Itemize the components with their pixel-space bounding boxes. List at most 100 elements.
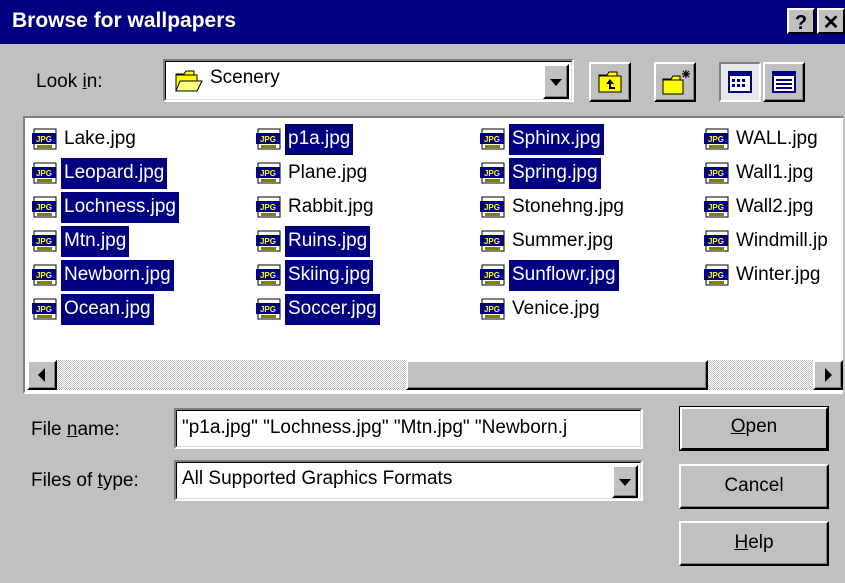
up-folder-icon bbox=[598, 71, 622, 93]
scroll-thumb[interactable] bbox=[406, 360, 708, 390]
file-item[interactable]: JPG Stonehng.jpg bbox=[479, 190, 627, 224]
file-item[interactable]: JPG p1a.jpg bbox=[255, 122, 380, 156]
close-icon: ✕ bbox=[822, 12, 840, 34]
horizontal-scrollbar[interactable] bbox=[27, 360, 843, 390]
file-name-text: Sunflowr.jpg bbox=[509, 259, 619, 291]
jpg-file-icon: JPG bbox=[256, 162, 281, 184]
look-in-dropdown-button[interactable] bbox=[543, 64, 569, 99]
file-name-text: Rabbit.jpg bbox=[288, 195, 374, 217]
jpg-file-icon: JPG bbox=[704, 128, 729, 150]
folder-icon bbox=[175, 69, 205, 99]
jpg-file-icon: JPG bbox=[480, 196, 505, 218]
file-item[interactable]: JPG Lake.jpg bbox=[31, 122, 179, 156]
svg-text:JPG: JPG bbox=[260, 237, 276, 246]
scroll-left-button[interactable] bbox=[27, 360, 57, 390]
file-item[interactable]: JPG Leopard.jpg bbox=[31, 156, 179, 190]
file-column: JPG Sphinx.jpg JPG Spring.jpg JPG Stonehng.jp… bbox=[479, 122, 627, 326]
svg-text:JPG: JPG bbox=[708, 135, 724, 144]
file-item[interactable]: JPG Sphinx.jpg bbox=[479, 122, 627, 156]
jpg-file-icon: JPG bbox=[32, 196, 57, 218]
file-name-text: p1a.jpg bbox=[285, 123, 354, 155]
list-view-button[interactable] bbox=[719, 62, 761, 102]
file-name-text: Leopard.jpg bbox=[61, 157, 168, 189]
open-button-label: Open bbox=[730, 416, 778, 437]
up-one-level-button[interactable] bbox=[589, 62, 631, 102]
file-item[interactable]: JPG Sunflowr.jpg bbox=[479, 258, 627, 292]
details-view-icon bbox=[772, 71, 796, 93]
svg-text:JPG: JPG bbox=[484, 169, 500, 178]
file-item[interactable]: JPG Lochness.jpg bbox=[31, 190, 179, 224]
question-icon: ? bbox=[794, 12, 808, 34]
svg-text:JPG: JPG bbox=[36, 271, 52, 280]
file-item[interactable]: JPG Winter.jpg bbox=[703, 258, 831, 292]
file-item[interactable]: JPG Plane.jpg bbox=[255, 156, 380, 190]
help-button[interactable]: Help bbox=[679, 521, 829, 566]
close-button[interactable]: ✕ bbox=[817, 8, 845, 34]
help-title-button[interactable]: ? bbox=[787, 8, 815, 34]
jpg-file-icon: JPG bbox=[704, 230, 729, 252]
file-item[interactable]: JPG Mtn.jpg bbox=[31, 224, 179, 258]
jpg-file-icon: JPG bbox=[32, 230, 57, 252]
file-item[interactable]: JPG Wall2.jpg bbox=[703, 190, 831, 224]
file-name-text: Skiing.jpg bbox=[285, 259, 374, 291]
title-bar[interactable]: Browse for wallpapers ? ✕ bbox=[0, 0, 845, 44]
files-of-type-combo[interactable]: All Supported Graphics Formats bbox=[174, 460, 643, 501]
file-name-text: Spring.jpg bbox=[509, 157, 601, 189]
file-name-text: Lake.jpg bbox=[64, 127, 136, 149]
file-item[interactable]: JPG WALL.jpg bbox=[703, 122, 831, 156]
file-item[interactable]: JPG Windmill.jp bbox=[703, 224, 831, 258]
jpg-file-icon: JPG bbox=[32, 162, 57, 184]
file-item[interactable]: JPG Ocean.jpg bbox=[31, 292, 179, 326]
file-name-text: Ruins.jpg bbox=[285, 225, 371, 257]
look-in-label: Look in: bbox=[36, 71, 103, 92]
file-list[interactable]: JPG Lake.jpg JPG Leopard.jpg JPG Lochness.jpg… bbox=[23, 116, 843, 394]
scroll-right-button[interactable] bbox=[813, 360, 843, 390]
file-name-text: Ocean.jpg bbox=[61, 293, 154, 325]
create-new-folder-button[interactable] bbox=[654, 62, 696, 102]
list-view-icon bbox=[728, 71, 752, 93]
file-item[interactable]: JPG Ruins.jpg bbox=[255, 224, 380, 258]
svg-text:JPG: JPG bbox=[260, 135, 276, 144]
svg-text:JPG: JPG bbox=[484, 305, 500, 314]
jpg-file-icon: JPG bbox=[256, 264, 281, 286]
jpg-file-icon: JPG bbox=[480, 162, 505, 184]
svg-text:JPG: JPG bbox=[36, 135, 52, 144]
file-name-label: File name: bbox=[31, 419, 120, 440]
file-item[interactable]: JPG Rabbit.jpg bbox=[255, 190, 380, 224]
file-item[interactable]: JPG Spring.jpg bbox=[479, 156, 627, 190]
files-of-type-dropdown-button[interactable] bbox=[612, 465, 638, 498]
file-name-input[interactable]: "p1a.jpg" "Lochness.jpg" "Mtn.jpg" "Newb… bbox=[174, 408, 643, 449]
jpg-file-icon: JPG bbox=[480, 128, 505, 150]
svg-text:JPG: JPG bbox=[260, 169, 276, 178]
svg-text:JPG: JPG bbox=[708, 203, 724, 212]
svg-text:JPG: JPG bbox=[708, 169, 724, 178]
file-item[interactable]: JPG Newborn.jpg bbox=[31, 258, 179, 292]
arrow-left-icon bbox=[38, 368, 45, 382]
file-item[interactable]: JPG Summer.jpg bbox=[479, 224, 627, 258]
file-name-text: Sphinx.jpg bbox=[509, 123, 604, 155]
jpg-file-icon: JPG bbox=[256, 230, 281, 252]
file-name-value: "p1a.jpg" "Lochness.jpg" "Mtn.jpg" "Newb… bbox=[182, 417, 568, 438]
file-item[interactable]: JPG Venice.jpg bbox=[479, 292, 627, 326]
file-item[interactable]: JPG Wall1.jpg bbox=[703, 156, 831, 190]
look-in-value: Scenery bbox=[210, 67, 280, 88]
cancel-button[interactable]: Cancel bbox=[679, 464, 829, 509]
cancel-button-label: Cancel bbox=[724, 475, 784, 496]
file-name-text: Wall2.jpg bbox=[736, 195, 814, 217]
file-name-text: Lochness.jpg bbox=[61, 191, 179, 223]
details-view-button[interactable] bbox=[763, 62, 805, 102]
open-button[interactable]: Open bbox=[679, 406, 829, 451]
file-item[interactable]: JPG Skiing.jpg bbox=[255, 258, 380, 292]
svg-text:JPG: JPG bbox=[484, 203, 500, 212]
jpg-file-icon: JPG bbox=[704, 264, 729, 286]
jpg-file-icon: JPG bbox=[704, 196, 729, 218]
file-name-text: Windmill.jp bbox=[736, 229, 828, 251]
file-column: JPG p1a.jpg JPG Plane.jpg JPG Rabbit.jpg JPG Ru… bbox=[255, 122, 380, 326]
look-in-combo[interactable]: Scenery bbox=[163, 59, 574, 102]
jpg-file-icon: JPG bbox=[480, 298, 505, 320]
svg-text:JPG: JPG bbox=[260, 203, 276, 212]
svg-text:JPG: JPG bbox=[36, 169, 52, 178]
svg-text:JPG: JPG bbox=[708, 237, 724, 246]
file-item[interactable]: JPG Soccer.jpg bbox=[255, 292, 380, 326]
file-name-text: Stonehng.jpg bbox=[512, 195, 624, 217]
